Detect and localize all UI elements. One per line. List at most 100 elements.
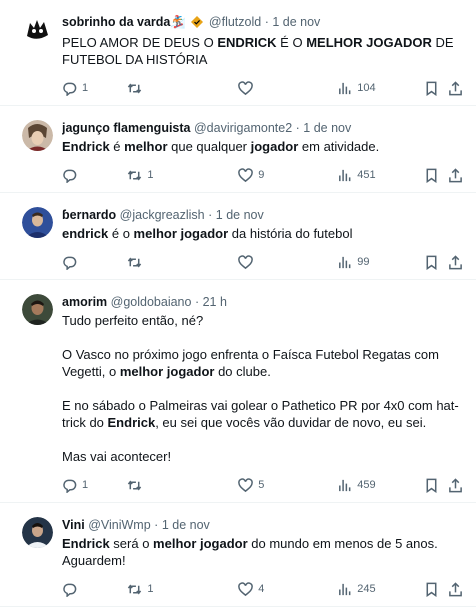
verified-badge-icon	[191, 16, 204, 32]
tweet-paragraph: O Vasco no próximo jogo enfrenta o Faísc…	[62, 346, 468, 380]
reply-button[interactable]: 1	[62, 81, 127, 96]
bookmark-icon	[426, 168, 437, 183]
views-chart-icon	[339, 256, 351, 268]
share-button[interactable]	[448, 167, 468, 183]
share-button[interactable]	[448, 581, 468, 597]
avatar[interactable]	[22, 207, 53, 238]
action-bar: 99	[62, 251, 468, 273]
reply-count: 1	[82, 479, 89, 491]
highlighted-term: Endrick	[62, 139, 110, 154]
reply-button[interactable]	[62, 168, 127, 183]
display-name[interactable]: ɓernardo	[62, 208, 116, 222]
display-name[interactable]: Vini	[62, 518, 85, 532]
retweet-icon	[128, 480, 142, 490]
timestamp[interactable]: 1 de nov	[272, 15, 320, 29]
bookmark-button[interactable]	[424, 81, 448, 96]
like-button[interactable]: 4	[238, 581, 337, 597]
like-button[interactable]	[238, 80, 337, 96]
share-button[interactable]	[448, 254, 468, 270]
handle[interactable]: @jackgreazlish	[120, 208, 205, 222]
like-button[interactable]: 5	[238, 477, 337, 493]
action-bar: 1 4 245	[62, 578, 468, 600]
retweet-button[interactable]	[127, 81, 238, 96]
views-button[interactable]: 104	[337, 81, 424, 96]
tweet-paragraph: Tudo perfeito então, né?	[62, 312, 468, 329]
tweet-paragraph: Endrick é melhor que qualquer jogador em…	[62, 138, 468, 155]
text-segment: , eu sei que vocês vão duvidar de novo, …	[155, 415, 427, 430]
heart-icon	[238, 80, 254, 95]
avatar[interactable]	[22, 517, 53, 548]
bookmark-button[interactable]	[424, 478, 448, 493]
handle[interactable]: @davirigamonte2	[194, 121, 292, 135]
views-count: 245	[357, 583, 376, 595]
timestamp[interactable]: 21 h	[203, 295, 227, 309]
retweet-count: 1	[147, 169, 154, 181]
highlighted-term: Endrick	[107, 415, 156, 430]
views-button[interactable]: 99	[337, 255, 424, 270]
highlighted-term: jogador	[250, 139, 299, 154]
views-button[interactable]: 245	[337, 582, 424, 597]
tweet-header: amorim @goldobaiano · 21 h	[62, 294, 468, 310]
reply-button[interactable]	[62, 582, 127, 597]
bookmark-button[interactable]	[424, 255, 448, 270]
views-button[interactable]: 451	[337, 168, 424, 183]
views-button[interactable]: 459	[337, 478, 424, 493]
tweet-header: Vini @ViniWmp · 1 de nov	[62, 517, 468, 533]
bookmark-icon	[426, 81, 437, 96]
retweet-button[interactable]	[127, 255, 238, 270]
highlighted-term: Endrick	[62, 536, 110, 551]
separator: ·	[264, 15, 269, 29]
like-button[interactable]	[238, 254, 337, 270]
views-chart-icon	[339, 583, 351, 595]
retweet-button[interactable]: 1	[127, 582, 238, 597]
reply-icon	[63, 82, 77, 96]
heart-icon	[238, 167, 254, 182]
display-name[interactable]: sobrinho da varda	[62, 15, 170, 29]
like-count: 4	[258, 583, 265, 595]
handle[interactable]: @goldobaiano	[111, 295, 192, 309]
timestamp[interactable]: 1 de nov	[303, 121, 351, 135]
tweet[interactable]: amorim @goldobaiano · 21 h Tudo perfeito…	[0, 280, 476, 503]
retweet-button[interactable]: 1	[127, 168, 238, 183]
action-bar: 1 9 451	[62, 164, 468, 186]
highlighted-term: melhor jogador	[133, 226, 229, 241]
timestamp[interactable]: 1 de nov	[216, 208, 264, 222]
bookmark-icon	[426, 582, 437, 597]
display-name[interactable]: amorim	[62, 295, 107, 309]
views-chart-icon	[339, 169, 351, 181]
share-button[interactable]	[448, 477, 468, 493]
action-bar: 1 104	[62, 77, 468, 99]
tweet-paragraph: Mas vai acontecer!	[62, 448, 468, 465]
reply-button[interactable]: 1	[62, 478, 127, 493]
avatar[interactable]	[22, 294, 53, 325]
share-button[interactable]	[448, 80, 468, 96]
reply-button[interactable]	[62, 255, 127, 270]
tweet-text: Endrick será o melhor jogador do mundo e…	[62, 535, 468, 569]
bookmark-button[interactable]	[424, 582, 448, 597]
like-button[interactable]: 9	[238, 167, 337, 183]
tweet[interactable]: Vini @ViniWmp · 1 de nov Endrick será o …	[0, 503, 476, 607]
tweet-paragraph: endrick é o melhor jogador da história d…	[62, 225, 468, 242]
heart-icon	[238, 581, 254, 596]
name-emoji: 🏂	[170, 15, 186, 29]
avatar[interactable]	[22, 120, 53, 151]
highlighted-term: melhor jogador	[119, 364, 215, 379]
timestamp[interactable]: 1 de nov	[162, 518, 210, 532]
text-segment: da história do futebol	[228, 226, 353, 241]
handle[interactable]: @flutzold	[209, 15, 261, 29]
views-count: 459	[357, 479, 376, 491]
tweet[interactable]: ɓernardo @jackgreazlish · 1 de nov endri…	[0, 193, 476, 280]
views-count: 451	[357, 169, 376, 181]
heart-icon	[238, 254, 254, 269]
highlighted-term: melhor	[124, 139, 168, 154]
display-name[interactable]: jagunço flamenguista	[62, 121, 191, 135]
tweet[interactable]: jagunço flamenguista @davirigamonte2 · 1…	[0, 106, 476, 193]
retweet-button[interactable]	[127, 478, 238, 493]
text-segment: é o	[108, 226, 134, 241]
handle[interactable]: @ViniWmp	[88, 518, 150, 532]
retweet-icon	[128, 584, 142, 594]
bookmark-button[interactable]	[424, 168, 448, 183]
tweet[interactable]: sobrinho da varda🏂 @flutzold · 1 de nov …	[0, 0, 476, 106]
bookmark-icon	[426, 478, 437, 493]
avatar[interactable]	[22, 14, 53, 45]
